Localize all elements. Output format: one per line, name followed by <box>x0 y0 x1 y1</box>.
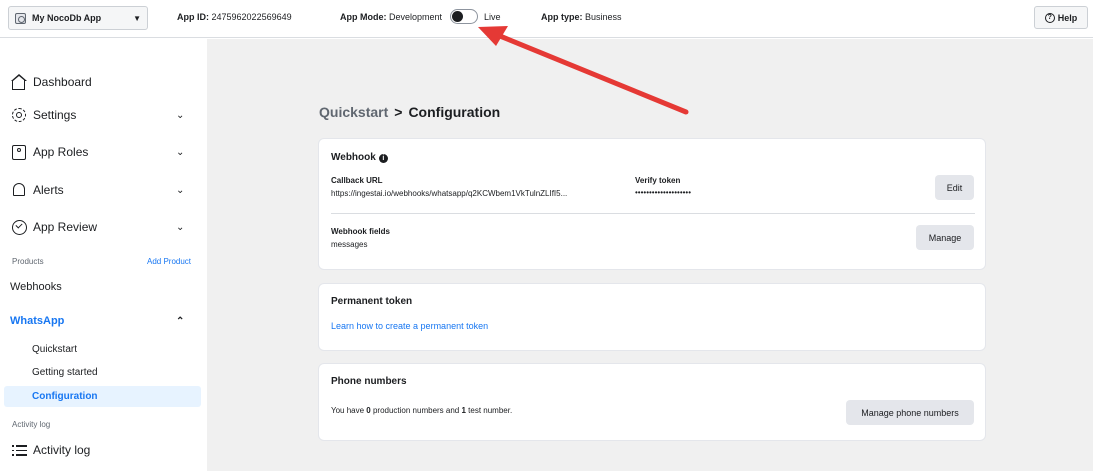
breadcrumb-separator: > <box>394 104 403 120</box>
breadcrumb: Quickstart > Configuration <box>319 104 500 120</box>
sidebar-item-app-roles[interactable]: App Roles ⌄ <box>0 142 207 162</box>
permanent-token-link[interactable]: Learn how to create a permanent token <box>331 321 488 331</box>
app-mode: App Mode: Development <box>340 12 442 22</box>
app-id-label: App ID: <box>177 12 209 22</box>
activity-section-label: Activity log <box>12 420 51 429</box>
edit-button[interactable]: Edit <box>935 175 974 200</box>
sidebar-item-app-review[interactable]: App Review ⌄ <box>0 217 207 237</box>
roles-icon <box>10 143 28 161</box>
breadcrumb-parent[interactable]: Quickstart <box>319 104 388 120</box>
help-label: Help <box>1057 12 1078 23</box>
chevron-down-icon: ⌄ <box>176 184 185 196</box>
app-id-value: 2475962022569649 <box>211 12 292 22</box>
list-icon <box>10 441 28 459</box>
phone-numbers-card: Phone numbers You have 0 production numb… <box>318 363 986 441</box>
manage-phone-numbers-button[interactable]: Manage phone numbers <box>846 400 974 425</box>
webhook-title-text: Webhook <box>331 152 376 163</box>
gear-icon <box>10 106 28 124</box>
sidebar-item-label: Webhooks <box>10 281 62 293</box>
sidebar: Dashboard Settings ⌄ App Roles ⌄ Alerts … <box>0 39 207 471</box>
chevron-down-icon: ⌄ <box>176 146 185 158</box>
webhook-fields-value: messages <box>331 240 368 249</box>
toggle-knob <box>452 11 463 22</box>
app-icon <box>15 12 26 24</box>
sidebar-item-label: Settings <box>33 108 77 122</box>
bell-icon <box>10 181 28 199</box>
sidebar-item-dashboard[interactable]: Dashboard <box>0 72 207 92</box>
divider <box>331 213 975 214</box>
app-type: App type: Business <box>541 12 622 22</box>
chevron-down-icon: ⌄ <box>176 109 185 121</box>
sidebar-item-activity-log[interactable]: Activity log <box>0 440 207 460</box>
sidebar-item-label: App Review <box>33 220 98 234</box>
callback-url-label: Callback URL <box>331 176 383 185</box>
manage-webhook-button[interactable]: Manage <box>916 225 974 250</box>
app-mode-toggle[interactable] <box>450 9 478 24</box>
summary-text: test number. <box>465 406 513 415</box>
app-mode-value: Development <box>389 12 443 22</box>
phone-numbers-title: Phone numbers <box>331 376 407 387</box>
sidebar-subitem-configuration[interactable]: Configuration <box>32 391 98 402</box>
chevron-up-icon: ⌃ <box>176 315 185 327</box>
app-name: My NocoDb App <box>32 13 102 23</box>
sidebar-item-whatsapp[interactable]: WhatsApp ⌃ <box>0 313 207 329</box>
webhook-card: Webhook i Callback URL https://ingestai.i… <box>318 138 986 270</box>
breadcrumb-current: Configuration <box>408 104 501 120</box>
sidebar-subitem-getting-started[interactable]: Getting started <box>32 367 98 378</box>
help-button[interactable]: ? Help <box>1034 6 1088 29</box>
sidebar-item-label: Dashboard <box>33 75 92 89</box>
verify-token-value: •••••••••••••••••••• <box>635 188 692 197</box>
permanent-token-title: Permanent token <box>331 296 413 307</box>
live-label: Live <box>484 12 501 22</box>
sidebar-item-alerts[interactable]: Alerts ⌄ <box>0 180 207 200</box>
phone-numbers-summary: You have 0 production numbers and 1 test… <box>331 406 512 415</box>
home-icon <box>10 73 28 91</box>
chevron-down-icon: ⌄ <box>176 221 185 233</box>
app-mode-label: App Mode: <box>340 12 387 22</box>
sidebar-item-webhooks[interactable]: Webhooks <box>0 279 207 295</box>
main-content: Quickstart > Configuration Webhook i Callba… <box>207 39 1093 471</box>
verify-token-label: Verify token <box>635 176 681 185</box>
webhook-fields-label: Webhook fields <box>331 227 390 236</box>
summary-text: production numbers and <box>370 406 462 415</box>
sidebar-item-label: Activity log <box>33 443 91 457</box>
webhook-title: Webhook i <box>331 152 388 163</box>
caret-down-icon: ▼ <box>133 13 141 23</box>
app-selector[interactable]: My NocoDb App ▼ <box>8 6 148 30</box>
app-id: App ID: 2475962022569649 <box>177 12 292 22</box>
info-icon[interactable]: i <box>378 154 388 163</box>
products-section-label: Products <box>12 257 44 266</box>
permanent-token-card: Permanent token Learn how to create a pe… <box>318 283 986 351</box>
app-type-value: Business <box>585 12 622 22</box>
sidebar-item-settings[interactable]: Settings ⌄ <box>0 105 207 125</box>
summary-text: You have <box>331 406 367 415</box>
sidebar-subitem-quickstart[interactable]: Quickstart <box>32 344 77 355</box>
shield-check-icon <box>10 218 28 236</box>
add-product-link[interactable]: Add Product <box>147 257 191 266</box>
top-bar: My NocoDb App ▼ App ID: 2475962022569649… <box>0 0 1093 38</box>
sidebar-item-label: App Roles <box>33 145 89 159</box>
sidebar-item-label: WhatsApp <box>10 315 65 327</box>
question-icon: ? <box>1044 12 1055 23</box>
sidebar-item-label: Alerts <box>33 183 64 197</box>
callback-url-value: https://ingestai.io/webhooks/whatsapp/q2… <box>331 189 568 198</box>
app-type-label: App type: <box>541 12 583 22</box>
